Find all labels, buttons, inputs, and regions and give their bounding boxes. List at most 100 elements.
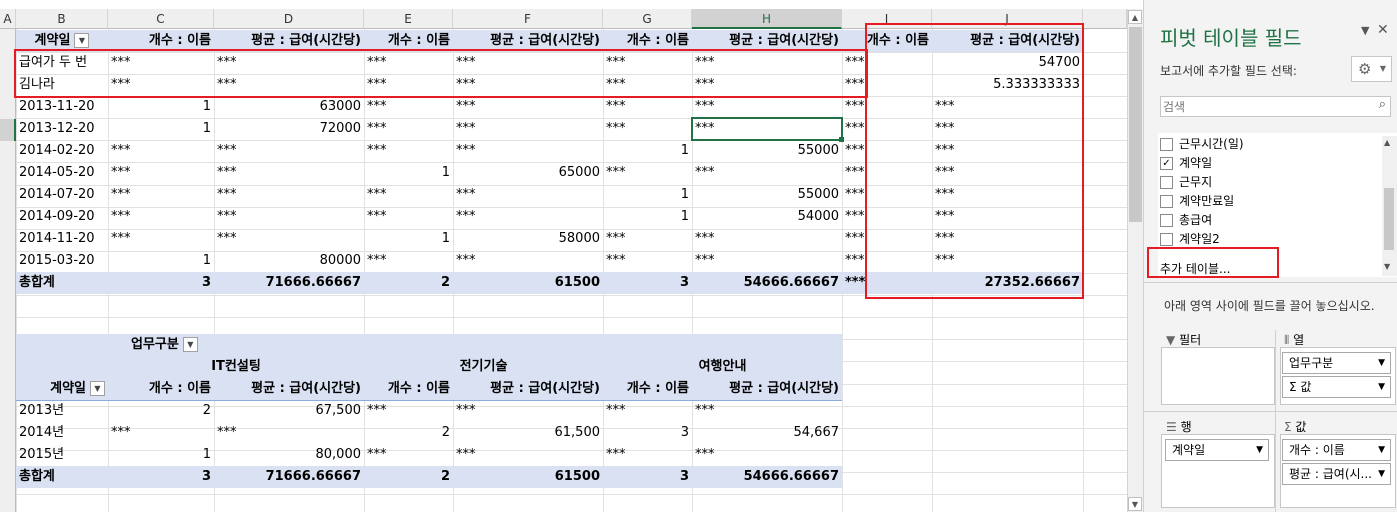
table-cell[interactable]: *** xyxy=(364,206,453,228)
columns-area-chip[interactable]: Σ 값 ▼ xyxy=(1282,376,1391,398)
row-label[interactable]: 2013년 xyxy=(16,400,108,422)
table-cell[interactable]: *** xyxy=(108,140,214,162)
table-cell[interactable]: *** xyxy=(692,444,842,466)
row-label[interactable]: 2014-07-20 xyxy=(16,184,108,206)
table-cell[interactable]: 2 xyxy=(108,400,214,422)
grand-total-label[interactable]: 총합계 xyxy=(16,466,108,488)
chevron-down-icon[interactable]: ▼ xyxy=(1378,464,1385,484)
checkbox-icon[interactable] xyxy=(1160,176,1173,189)
chevron-down-icon[interactable]: ▼ xyxy=(1378,440,1385,460)
table-cell[interactable]: *** xyxy=(108,422,214,444)
checkbox-checked-icon[interactable]: ✓ xyxy=(1160,157,1173,170)
grand-total-cell[interactable]: 71666.66667 xyxy=(214,272,364,294)
values-area-chip[interactable]: 개수 : 이름 ▼ xyxy=(1282,439,1391,461)
settings-button[interactable]: ⚙ ▼ xyxy=(1351,56,1392,82)
checkbox-icon[interactable] xyxy=(1160,195,1173,208)
table-cell[interactable]: *** xyxy=(453,206,603,228)
table-cell[interactable]: *** xyxy=(364,96,453,118)
values-area-chip[interactable]: 평균 : 급여(시... ▼ xyxy=(1282,463,1391,485)
grand-total-cell[interactable]: 2 xyxy=(364,272,453,294)
row-header-selected[interactable] xyxy=(0,119,16,141)
field-list-scrollbar[interactable]: ▲ ▼ xyxy=(1382,136,1397,276)
grand-total-cell[interactable]: 61500 xyxy=(453,466,603,488)
filter-area[interactable] xyxy=(1161,347,1275,405)
table-cell[interactable]: 54000 xyxy=(692,206,842,228)
grand-total-cell[interactable]: 3 xyxy=(603,466,692,488)
table-cell[interactable]: *** xyxy=(364,250,453,272)
table-cell[interactable]: *** xyxy=(603,400,692,422)
table-cell[interactable]: 72000 xyxy=(214,118,364,140)
field-item-4[interactable]: 계약만료일 xyxy=(1160,192,1370,210)
table-cell[interactable]: *** xyxy=(453,444,603,466)
table-cell[interactable]: 1 xyxy=(108,96,214,118)
table-cell[interactable]: 65000 xyxy=(453,162,603,184)
table-cell[interactable]: 1 xyxy=(603,206,692,228)
row-label[interactable]: 2014년 xyxy=(16,422,108,444)
table-cell[interactable]: 61,500 xyxy=(453,422,603,444)
column-group-header[interactable]: IT컨설팅 xyxy=(108,356,364,378)
field-search-box[interactable]: ⌕ xyxy=(1160,96,1391,117)
table-cell[interactable]: *** xyxy=(214,206,364,228)
table-cell[interactable]: 55000 xyxy=(692,184,842,206)
column-header-c[interactable]: C xyxy=(108,9,214,29)
row-label[interactable]: 2013-11-20 xyxy=(16,96,108,118)
table-cell[interactable]: *** xyxy=(603,250,692,272)
table-cell[interactable]: *** xyxy=(692,250,842,272)
table-cell[interactable]: 1 xyxy=(108,118,214,140)
field-item-6[interactable]: 계약일2 xyxy=(1160,230,1370,248)
close-icon[interactable]: ✕ xyxy=(1377,22,1389,38)
chevron-down-icon[interactable]: ▼ xyxy=(1361,24,1369,37)
chevron-down-icon[interactable]: ▼ xyxy=(1256,440,1263,460)
table-cell[interactable]: 67,500 xyxy=(214,400,364,422)
table-cell[interactable]: *** xyxy=(603,162,692,184)
table-cell[interactable]: *** xyxy=(108,162,214,184)
grand-total-cell[interactable]: 3 xyxy=(108,272,214,294)
vertical-scrollbar[interactable]: ▲ ▼ xyxy=(1127,9,1143,512)
column-header-blank[interactable] xyxy=(1083,9,1127,29)
row-label[interactable]: 2014-05-20 xyxy=(16,162,108,184)
row-label[interactable]: 2013-12-20 xyxy=(16,118,108,140)
active-cell[interactable] xyxy=(691,117,843,141)
column-header-a[interactable]: A xyxy=(0,9,16,29)
table-cell[interactable]: *** xyxy=(214,140,364,162)
checkbox-icon[interactable] xyxy=(1160,214,1173,227)
row-label-header[interactable]: 계약일 ▼ xyxy=(16,378,108,400)
table-cell[interactable]: *** xyxy=(108,228,214,250)
column-header-b[interactable]: B xyxy=(16,9,108,29)
scroll-down-icon[interactable]: ▼ xyxy=(1384,262,1390,271)
chevron-down-icon[interactable]: ▼ xyxy=(1378,353,1385,373)
scroll-thumb[interactable] xyxy=(1129,27,1142,222)
grand-total-cell[interactable]: 54666.66667 xyxy=(692,466,842,488)
table-cell[interactable]: *** xyxy=(214,228,364,250)
table-cell[interactable]: 1 xyxy=(603,184,692,206)
table-cell[interactable]: *** xyxy=(108,206,214,228)
table-cell[interactable]: *** xyxy=(692,96,842,118)
table-cell[interactable]: *** xyxy=(603,118,692,140)
table-cell[interactable]: *** xyxy=(453,250,603,272)
table-cell[interactable]: 63000 xyxy=(214,96,364,118)
table-cell[interactable]: *** xyxy=(364,400,453,422)
checkbox-icon[interactable] xyxy=(1160,233,1173,246)
filter-dropdown-icon[interactable]: ▼ xyxy=(74,33,90,48)
table-cell[interactable]: 80,000 xyxy=(214,444,364,466)
scroll-up-icon[interactable]: ▲ xyxy=(1128,10,1142,24)
grand-total-label[interactable]: 총합계 xyxy=(16,272,108,294)
table-cell[interactable]: *** xyxy=(108,184,214,206)
row-label[interactable]: 2014-09-20 xyxy=(16,206,108,228)
table-cell[interactable]: *** xyxy=(364,444,453,466)
field-item-3[interactable]: 근무지 xyxy=(1160,173,1370,191)
table-cell[interactable]: *** xyxy=(453,140,603,162)
field-item-5[interactable]: 총급여 xyxy=(1160,211,1370,229)
row-label[interactable]: 2014-02-20 xyxy=(16,140,108,162)
column-header-e[interactable]: E xyxy=(364,9,453,29)
table-cell[interactable]: *** xyxy=(453,400,603,422)
table-cell[interactable]: 58000 xyxy=(453,228,603,250)
table-cell[interactable]: *** xyxy=(214,422,364,444)
grand-total-cell[interactable]: 3 xyxy=(108,466,214,488)
column-header-g[interactable]: G xyxy=(603,9,692,29)
grand-total-cell[interactable]: 61500 xyxy=(453,272,603,294)
scroll-up-icon[interactable]: ▲ xyxy=(1384,138,1390,147)
grand-total-cell[interactable]: 71666.66667 xyxy=(214,466,364,488)
table-cell[interactable]: *** xyxy=(692,228,842,250)
table-cell[interactable]: *** xyxy=(603,444,692,466)
